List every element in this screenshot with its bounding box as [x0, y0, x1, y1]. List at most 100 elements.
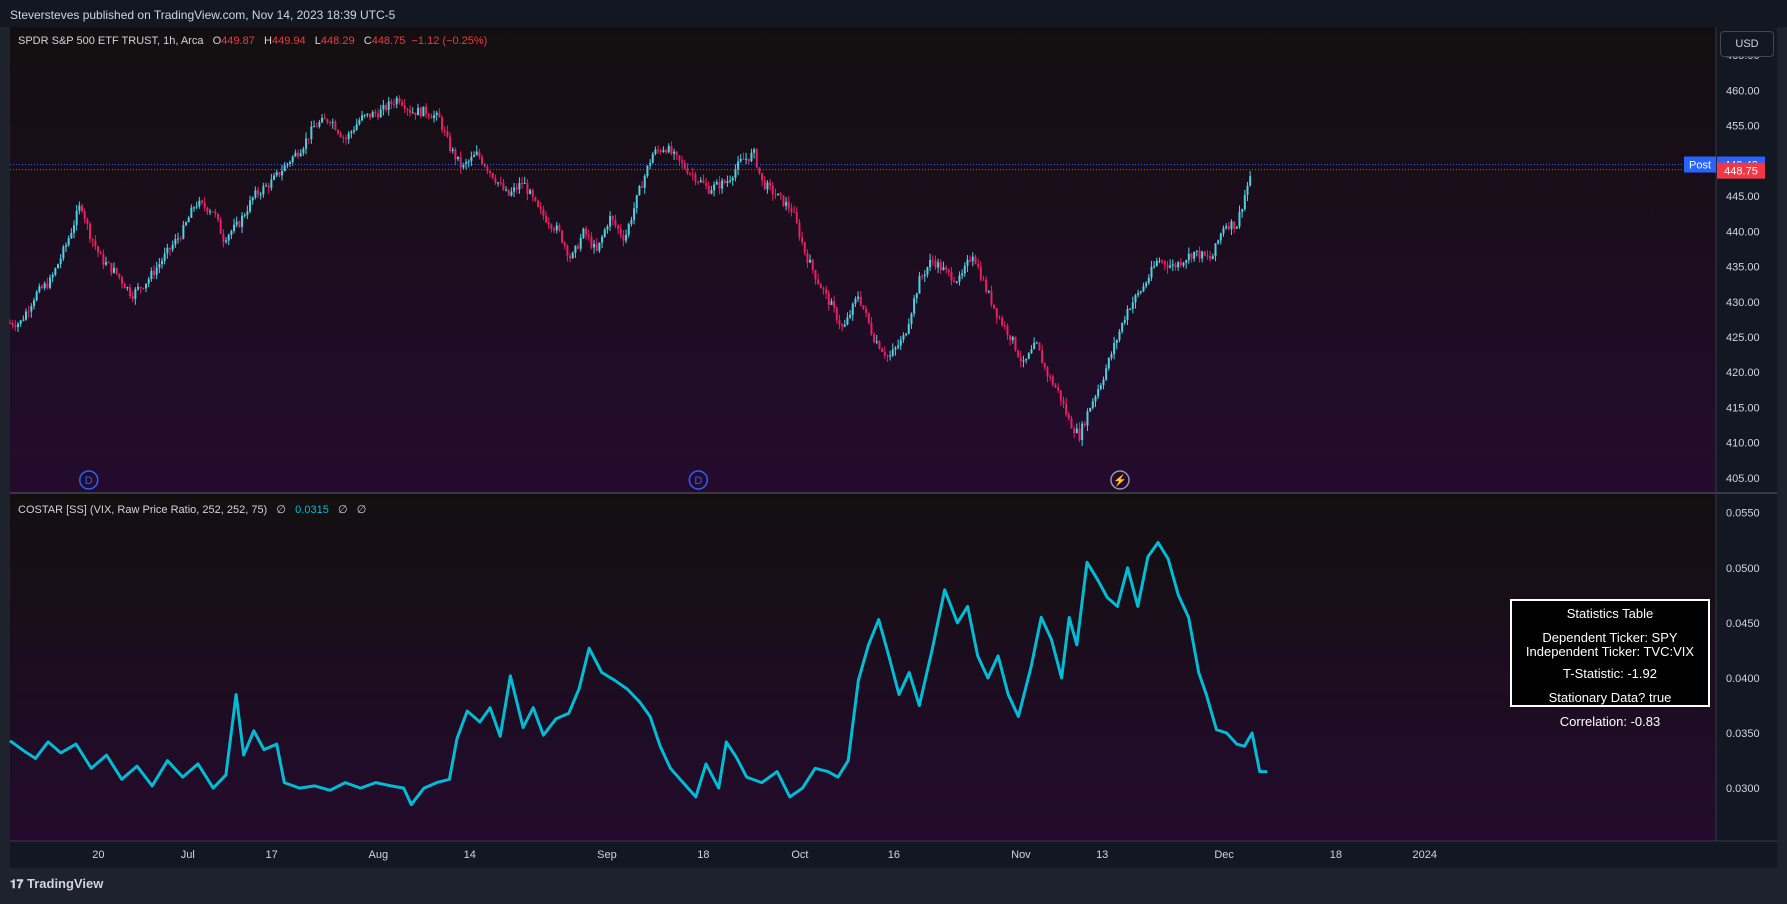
candle-body [609, 216, 612, 227]
candle-body [411, 112, 414, 114]
candle-body [457, 156, 460, 160]
symbol-name[interactable]: SPDR S&P 500 ETF TRUST, 1h, Arca [18, 35, 203, 47]
candle-body [670, 146, 673, 154]
candle-body [38, 286, 41, 292]
candle-body [521, 182, 524, 184]
candle-body [507, 189, 510, 196]
candle-body [366, 113, 369, 115]
candle-body [873, 334, 876, 343]
candle-body [953, 280, 956, 282]
candle-body [395, 98, 398, 105]
price-tick-label: 455.00 [1726, 121, 1760, 133]
candle-body [230, 231, 233, 235]
candle-body [115, 267, 118, 274]
candle-body [1051, 376, 1054, 385]
candle-body [553, 228, 556, 231]
candle-body [819, 283, 822, 289]
main-legend: SPDR S&P 500 ETF TRUST, 1h, Arca O449.87… [18, 35, 487, 47]
candle-body [513, 187, 516, 192]
candle-body [1166, 264, 1169, 268]
indicator-title[interactable]: COSTAR [SS] (VIX, Raw Price Ratio, 252, … [18, 504, 267, 516]
candle-body [827, 293, 830, 305]
candle-body [905, 333, 908, 336]
main-pane[interactable] [10, 27, 1716, 492]
candle-body [979, 266, 982, 280]
candle-body [923, 274, 926, 277]
candle-body [211, 211, 214, 213]
candle-body [614, 219, 617, 226]
candle-body [502, 182, 505, 190]
candle-body [841, 324, 844, 327]
candle-body [195, 206, 198, 208]
candle-body [401, 102, 404, 106]
candle-body [241, 215, 244, 227]
candle-body [323, 117, 326, 120]
tradingview-logo[interactable]: 𝟏𝟕 TradingView [10, 876, 103, 892]
candle-body [166, 247, 169, 254]
stats-title: Statistics Table [1566, 606, 1654, 621]
candle-body [590, 236, 593, 248]
candle-body [726, 181, 729, 184]
candle-body [171, 244, 174, 250]
price-scale[interactable] [1716, 27, 1777, 841]
candle-body [283, 165, 286, 172]
candle-body [89, 223, 92, 239]
candle-body [777, 193, 780, 196]
candle-body [105, 262, 108, 265]
candle-body [153, 270, 156, 275]
time-tick-label: Sep [597, 849, 617, 861]
candle-body [563, 242, 566, 246]
candle-body [1171, 264, 1174, 266]
candle-body [102, 253, 105, 265]
candle-body [121, 277, 124, 284]
candle-body [1110, 354, 1113, 358]
candle-body [955, 281, 958, 283]
candle-body [910, 313, 913, 325]
time-tick-label: 14 [464, 849, 476, 861]
candle-body [182, 225, 185, 239]
candle-body [1177, 262, 1180, 268]
candle-body [651, 153, 654, 163]
candle-body [371, 112, 374, 118]
candle-body [1158, 260, 1161, 262]
candle-body [990, 291, 993, 305]
candle-body [713, 184, 716, 191]
candle-body [209, 211, 212, 213]
candle-body [126, 287, 129, 289]
candle-body [579, 237, 582, 249]
candle-body [1193, 251, 1196, 259]
candle-body [1134, 295, 1137, 303]
candle-body [235, 221, 238, 225]
candle-body [899, 339, 902, 346]
candle-body [1243, 194, 1246, 210]
candle-body [14, 325, 17, 328]
candle-body [587, 234, 590, 237]
candle-body [926, 267, 929, 275]
candle-body [59, 258, 62, 265]
candle-body [710, 190, 713, 194]
stats-stationary: Stationary Data? true [1548, 690, 1672, 705]
candle-body [425, 106, 428, 115]
candle-body [1145, 282, 1148, 287]
candle-body [70, 232, 73, 239]
candle-body [942, 267, 945, 271]
candle-body [1065, 403, 1068, 415]
candle-body [643, 175, 646, 188]
candle-body [57, 264, 60, 269]
candle-body [179, 238, 182, 240]
candle-body [238, 221, 241, 227]
candle-body [862, 305, 865, 309]
candle-body [913, 298, 916, 314]
candle-body [534, 197, 537, 201]
price-tick-label: 415.00 [1726, 402, 1760, 414]
candle-body [422, 106, 425, 117]
candle-body [531, 190, 534, 198]
currency-button[interactable]: USD [1720, 31, 1774, 57]
candle-body [667, 146, 670, 153]
candle-body [139, 286, 142, 289]
chart-area[interactable]: 465.00460.00455.00450.00445.00440.00435.… [0, 0, 1787, 904]
candle-body [985, 279, 988, 292]
candle-body [737, 161, 740, 170]
candle-body [993, 304, 996, 309]
candle-body [206, 207, 209, 212]
